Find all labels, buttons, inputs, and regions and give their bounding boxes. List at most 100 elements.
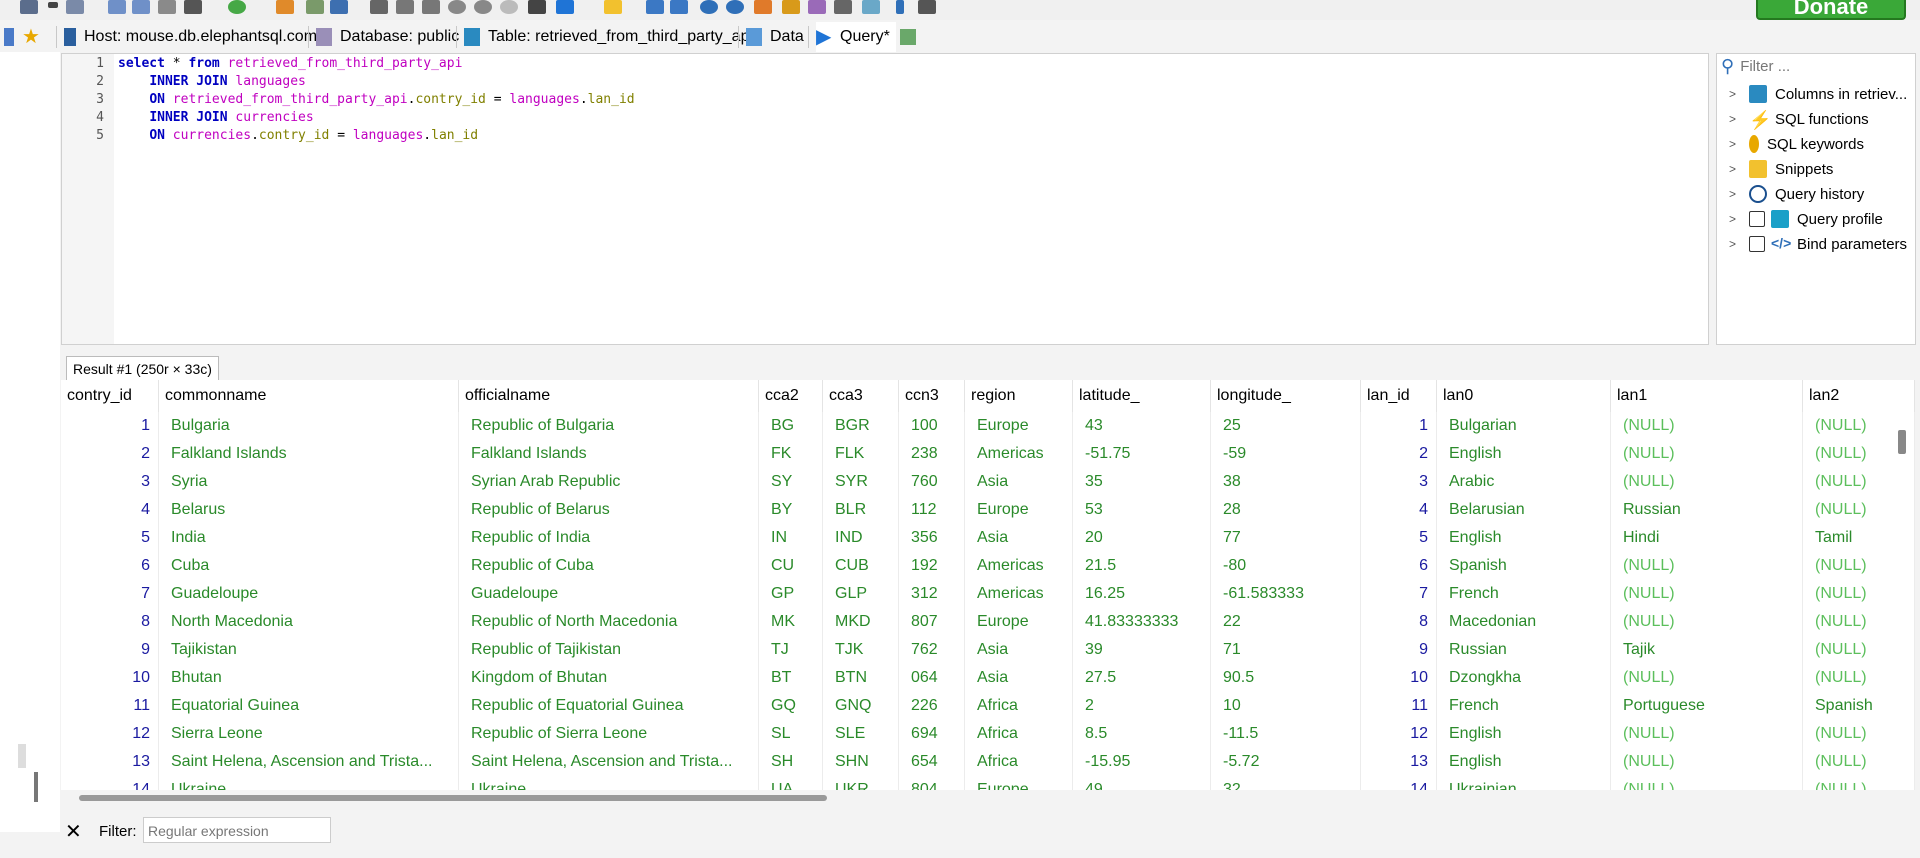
- table-cell[interactable]: (NULL): [1611, 440, 1803, 468]
- table-cell[interactable]: (NULL): [1803, 664, 1915, 692]
- table-cell[interactable]: 3: [1361, 468, 1437, 496]
- sql-editor[interactable]: 1 2 3 4 5 select * from retrieved_from_t…: [61, 53, 1709, 345]
- table-cell[interactable]: 10: [1211, 692, 1361, 720]
- table-cell[interactable]: 2: [61, 440, 159, 468]
- table-cell[interactable]: GP: [759, 580, 823, 608]
- table-cell[interactable]: 25: [1211, 412, 1361, 440]
- table-cell[interactable]: (NULL): [1803, 608, 1915, 636]
- table-cell[interactable]: India: [159, 524, 459, 552]
- table-cell[interactable]: BG: [759, 412, 823, 440]
- column-header-latitude[interactable]: latitude_: [1073, 380, 1211, 412]
- table-cell[interactable]: 39: [1073, 636, 1211, 664]
- table-cell[interactable]: UA: [759, 776, 823, 790]
- table-cell[interactable]: 4: [61, 496, 159, 524]
- table-cell[interactable]: -59: [1211, 440, 1361, 468]
- dropdown-arrow-icon[interactable]: [48, 2, 58, 8]
- table-cell[interactable]: SLE: [823, 720, 899, 748]
- table-row[interactable]: 14 Ukraine Ukraine UA UKR 804 Europe 49 32 14 Ukra…: [61, 776, 1915, 790]
- comment-icon[interactable]: [896, 0, 904, 14]
- first-record-icon[interactable]: [396, 0, 414, 14]
- table-cell[interactable]: French: [1437, 580, 1611, 608]
- table-cell[interactable]: 13: [61, 748, 159, 776]
- table-cell[interactable]: SYR: [823, 468, 899, 496]
- table-cell[interactable]: 8: [1361, 608, 1437, 636]
- tree-scrollbar[interactable]: [18, 744, 26, 768]
- table-cell[interactable]: Asia: [965, 664, 1073, 692]
- table-cell[interactable]: English: [1437, 720, 1611, 748]
- table-cell[interactable]: -80: [1211, 552, 1361, 580]
- table-cell[interactable]: 27.5: [1073, 664, 1211, 692]
- helpers-filter-input[interactable]: Filter ...: [1740, 58, 1790, 75]
- table-cell[interactable]: Republic of Tajikistan: [459, 636, 759, 664]
- table-cell[interactable]: IND: [823, 524, 899, 552]
- run-query-icon[interactable]: [556, 0, 574, 14]
- tab-query[interactable]: ▶ Query*: [816, 22, 896, 52]
- table-row[interactable]: 8 North Macedonia Republic of North Macedo…: [61, 608, 1915, 636]
- table-cell[interactable]: Europe: [965, 608, 1073, 636]
- table-cell[interactable]: Hindi: [1611, 524, 1803, 552]
- table-cell[interactable]: Republic of Sierra Leone: [459, 720, 759, 748]
- table-cell[interactable]: 11: [61, 692, 159, 720]
- table-cell[interactable]: 1: [61, 412, 159, 440]
- table-cell[interactable]: BY: [759, 496, 823, 524]
- table-row[interactable]: 11 Equatorial Guinea Republic of Equatoria…: [61, 692, 1915, 720]
- query-profile-checkbox[interactable]: [1749, 211, 1765, 227]
- table-cell[interactable]: Ukraine: [459, 776, 759, 790]
- table-cell[interactable]: 22: [1211, 608, 1361, 636]
- table-cell[interactable]: 21.5: [1073, 552, 1211, 580]
- column-header-region[interactable]: region: [965, 380, 1073, 412]
- user-manager-icon[interactable]: [276, 0, 294, 14]
- table-cell[interactable]: North Macedonia: [159, 608, 459, 636]
- table-cell[interactable]: Africa: [965, 692, 1073, 720]
- table-cell[interactable]: FK: [759, 440, 823, 468]
- column-header-commonname[interactable]: commonname: [159, 380, 459, 412]
- table-cell[interactable]: (NULL): [1611, 720, 1803, 748]
- table-cell[interactable]: Sierra Leone: [159, 720, 459, 748]
- export-csv-icon[interactable]: [306, 0, 324, 14]
- refresh-icon[interactable]: [228, 0, 246, 14]
- table-row[interactable]: 6 Cuba Republic of Cuba CU CUB 192 Americas 21.…: [61, 552, 1915, 580]
- tab-database[interactable]: Database: public: [316, 22, 459, 52]
- table-cell[interactable]: SH: [759, 748, 823, 776]
- table-cell[interactable]: 49: [1073, 776, 1211, 790]
- table-cell[interactable]: GNQ: [823, 692, 899, 720]
- table-cell[interactable]: Dzongkha: [1437, 664, 1611, 692]
- table-cell[interactable]: -15.95: [1073, 748, 1211, 776]
- table-cell[interactable]: 10: [1361, 664, 1437, 692]
- table-cell[interactable]: Syria: [159, 468, 459, 496]
- table-cell[interactable]: 238: [899, 440, 965, 468]
- table-cell[interactable]: 11: [1361, 692, 1437, 720]
- grid-icon[interactable]: [330, 0, 348, 14]
- table-cell[interactable]: Kingdom of Bhutan: [459, 664, 759, 692]
- print-icon[interactable]: [184, 0, 202, 14]
- table-cell[interactable]: (NULL): [1803, 496, 1915, 524]
- grid-horizontal-scrollbar[interactable]: [79, 795, 827, 801]
- table-cell[interactable]: SHN: [823, 748, 899, 776]
- table-cell[interactable]: MK: [759, 608, 823, 636]
- table-cell[interactable]: (NULL): [1803, 580, 1915, 608]
- table-cell[interactable]: Europe: [965, 412, 1073, 440]
- chevron-right-icon[interactable]: >: [1729, 187, 1739, 201]
- table-cell[interactable]: 28: [1211, 496, 1361, 524]
- column-header-ccn3[interactable]: ccn3: [899, 380, 965, 412]
- table-cell[interactable]: (NULL): [1611, 748, 1803, 776]
- table-cell[interactable]: (NULL): [1803, 636, 1915, 664]
- table-cell[interactable]: 694: [899, 720, 965, 748]
- table-row[interactable]: 12 Sierra Leone Republic of Sierra Leone SL…: [61, 720, 1915, 748]
- undo-icon[interactable]: [158, 0, 176, 14]
- close-icon[interactable]: ✕: [65, 819, 82, 844]
- table-cell[interactable]: 16.25: [1073, 580, 1211, 608]
- table-cell[interactable]: 7: [61, 580, 159, 608]
- table-cell[interactable]: 4: [1361, 496, 1437, 524]
- table-cell[interactable]: 53: [1073, 496, 1211, 524]
- table-cell[interactable]: (NULL): [1803, 776, 1915, 790]
- column-header-contry-id[interactable]: contry_id: [61, 380, 159, 412]
- column-header-officialname[interactable]: officialname: [459, 380, 759, 412]
- table-cell[interactable]: BT: [759, 664, 823, 692]
- table-cell[interactable]: 38: [1211, 468, 1361, 496]
- post-icon[interactable]: [500, 0, 518, 14]
- tree-query-profile[interactable]: > Query profile: [1729, 207, 1883, 231]
- tree-columns[interactable]: > Columns in retriev...: [1729, 82, 1907, 106]
- table-cell[interactable]: BTN: [823, 664, 899, 692]
- database-tree-panel[interactable]: [0, 52, 60, 832]
